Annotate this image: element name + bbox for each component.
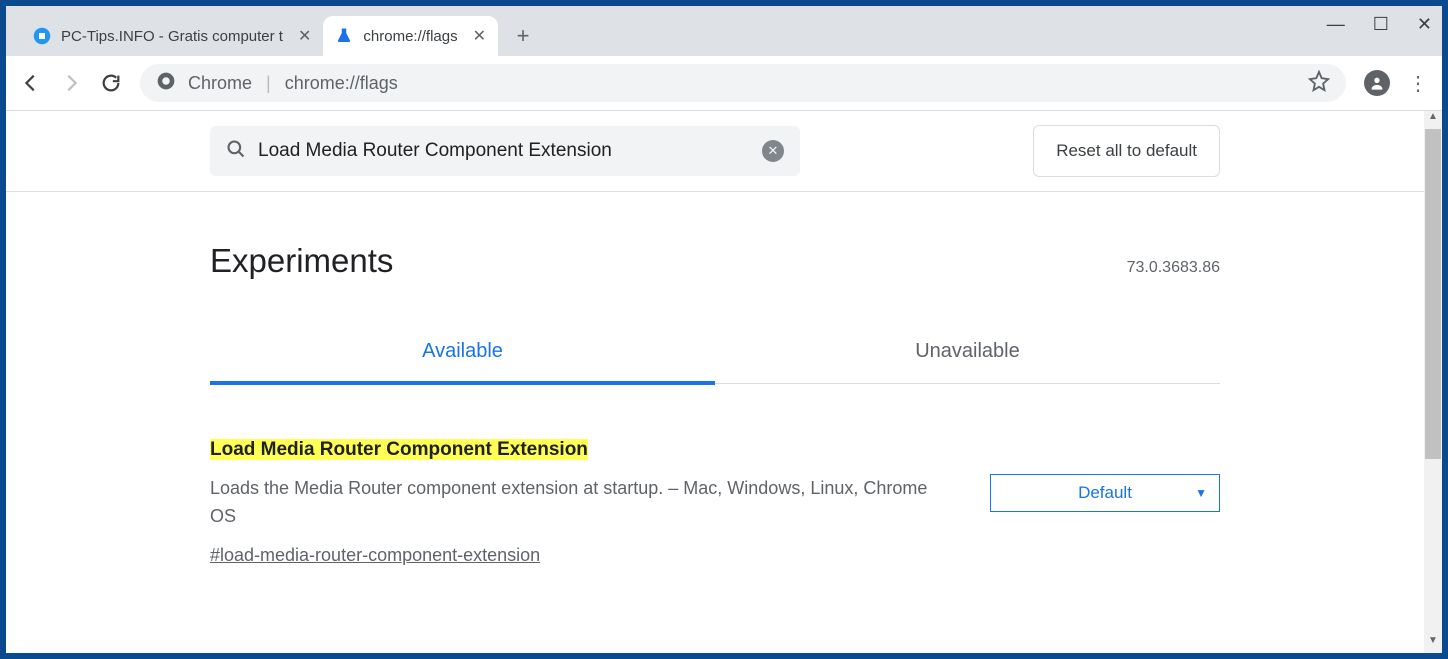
chrome-page-icon bbox=[156, 71, 176, 96]
flag-state-select[interactable]: Default ▼ bbox=[990, 474, 1220, 512]
page-content: Load Media Router Component Extension ✕ … bbox=[6, 111, 1424, 653]
browser-window: PC-Tips.INFO - Gratis computer t ✕ chrom… bbox=[6, 6, 1442, 653]
tab-strip: PC-Tips.INFO - Gratis computer t ✕ chrom… bbox=[6, 6, 1442, 56]
search-icon bbox=[226, 139, 246, 164]
omnibox-divider: | bbox=[266, 73, 271, 94]
back-button[interactable] bbox=[20, 72, 42, 94]
close-window-icon[interactable]: ✕ bbox=[1417, 14, 1432, 35]
tab-unavailable[interactable]: Unavailable bbox=[715, 340, 1220, 383]
new-tab-button[interactable]: + bbox=[506, 19, 540, 53]
scroll-up-icon[interactable]: ▲ bbox=[1424, 111, 1442, 129]
flag-hash-link[interactable]: #load-media-router-component-extension bbox=[210, 545, 540, 566]
tab-active[interactable]: chrome://flags ✕ bbox=[323, 16, 498, 56]
forward-button[interactable] bbox=[60, 72, 82, 94]
chrome-version: 73.0.3683.86 bbox=[1127, 259, 1220, 277]
experiments-heading: Experiments bbox=[210, 242, 393, 280]
kebab-menu-icon[interactable]: ⋮ bbox=[1408, 71, 1428, 96]
close-icon[interactable]: ✕ bbox=[298, 26, 311, 46]
tab-title: chrome://flags bbox=[363, 28, 457, 45]
close-icon[interactable]: ✕ bbox=[473, 26, 486, 46]
clear-search-icon[interactable]: ✕ bbox=[762, 140, 784, 162]
search-input[interactable]: Load Media Router Component Extension bbox=[258, 140, 750, 162]
reset-all-button[interactable]: Reset all to default bbox=[1033, 125, 1220, 177]
scroll-thumb[interactable] bbox=[1425, 129, 1441, 459]
tab-title: PC-Tips.INFO - Gratis computer t bbox=[61, 28, 283, 45]
bookmark-star-icon[interactable] bbox=[1308, 70, 1330, 97]
flag-description: Loads the Media Router component extensi… bbox=[210, 475, 950, 531]
flag-select-value: Default bbox=[1078, 483, 1132, 503]
flags-search-box[interactable]: Load Media Router Component Extension ✕ bbox=[210, 126, 800, 176]
tab-inactive[interactable]: PC-Tips.INFO - Gratis computer t ✕ bbox=[21, 16, 323, 56]
info-favicon-icon bbox=[33, 27, 51, 45]
flag-item: Load Media Router Component Extension Lo… bbox=[210, 439, 1220, 566]
omnibox-scheme: Chrome bbox=[188, 73, 252, 94]
flask-favicon-icon bbox=[335, 27, 353, 45]
window-controls: — ☐ ✕ bbox=[1327, 14, 1432, 35]
tab-available[interactable]: Available bbox=[210, 340, 715, 385]
maximize-icon[interactable]: ☐ bbox=[1373, 14, 1389, 35]
minimize-icon[interactable]: — bbox=[1327, 14, 1345, 35]
flag-title: Load Media Router Component Extension bbox=[210, 439, 950, 461]
flag-tabs: Available Unavailable bbox=[210, 340, 1220, 384]
reload-button[interactable] bbox=[100, 72, 122, 94]
scroll-down-icon[interactable]: ▼ bbox=[1424, 635, 1442, 653]
vertical-scrollbar[interactable]: ▲ ▼ bbox=[1424, 111, 1442, 653]
account-icon[interactable] bbox=[1364, 70, 1390, 96]
omnibox[interactable]: Chrome | chrome://flags bbox=[140, 64, 1346, 102]
chevron-down-icon: ▼ bbox=[1195, 486, 1207, 500]
omnibox-url: chrome://flags bbox=[285, 73, 398, 94]
toolbar: Chrome | chrome://flags ⋮ bbox=[6, 56, 1442, 111]
